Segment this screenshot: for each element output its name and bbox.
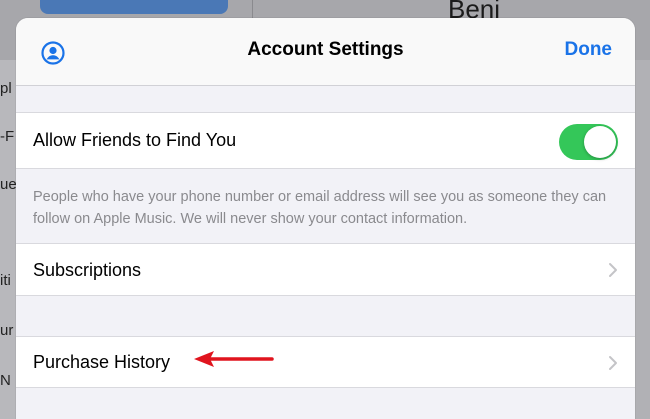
- allow-friends-label: Allow Friends to Find You: [33, 130, 237, 150]
- subscriptions-row[interactable]: Subscriptions: [16, 243, 635, 296]
- toggle-knob: [584, 126, 616, 158]
- background-row-label: ue: [0, 176, 17, 193]
- chevron-right-icon: [609, 356, 617, 370]
- background-left-column: [0, 60, 16, 419]
- allow-friends-footer: People who have your phone number or ema…: [33, 189, 607, 227]
- background-row-label: pl: [0, 80, 12, 97]
- allow-friends-toggle[interactable]: [559, 124, 618, 160]
- screen: Beni pl -F ue iti ur N Account Settings …: [0, 0, 650, 419]
- background-row-label: N: [0, 372, 11, 389]
- section-gap: [16, 86, 635, 112]
- section-gap: [16, 388, 635, 419]
- background-row-label: ur: [0, 322, 14, 339]
- chevron-right-icon: [609, 263, 617, 277]
- background-selected-item: [40, 0, 228, 14]
- background-divider: [252, 0, 253, 20]
- done-button[interactable]: Done: [565, 39, 613, 61]
- allow-friends-row: Allow Friends to Find You: [16, 112, 635, 169]
- subscriptions-label: Subscriptions: [33, 260, 142, 280]
- page-title: Account Settings: [247, 39, 404, 60]
- navigation-bar: Account Settings Done: [16, 18, 635, 86]
- purchase-history-row[interactable]: Purchase History: [16, 336, 635, 388]
- purchase-history-label: Purchase History: [33, 352, 171, 372]
- background-row-label: -F: [0, 128, 15, 145]
- background-right-strip: [635, 60, 650, 419]
- account-settings-sheet: Account Settings Done Allow Friends to F…: [16, 18, 635, 419]
- section-gap: [16, 296, 635, 336]
- background-row-label: iti: [0, 272, 11, 289]
- red-arrow-icon: [194, 351, 274, 367]
